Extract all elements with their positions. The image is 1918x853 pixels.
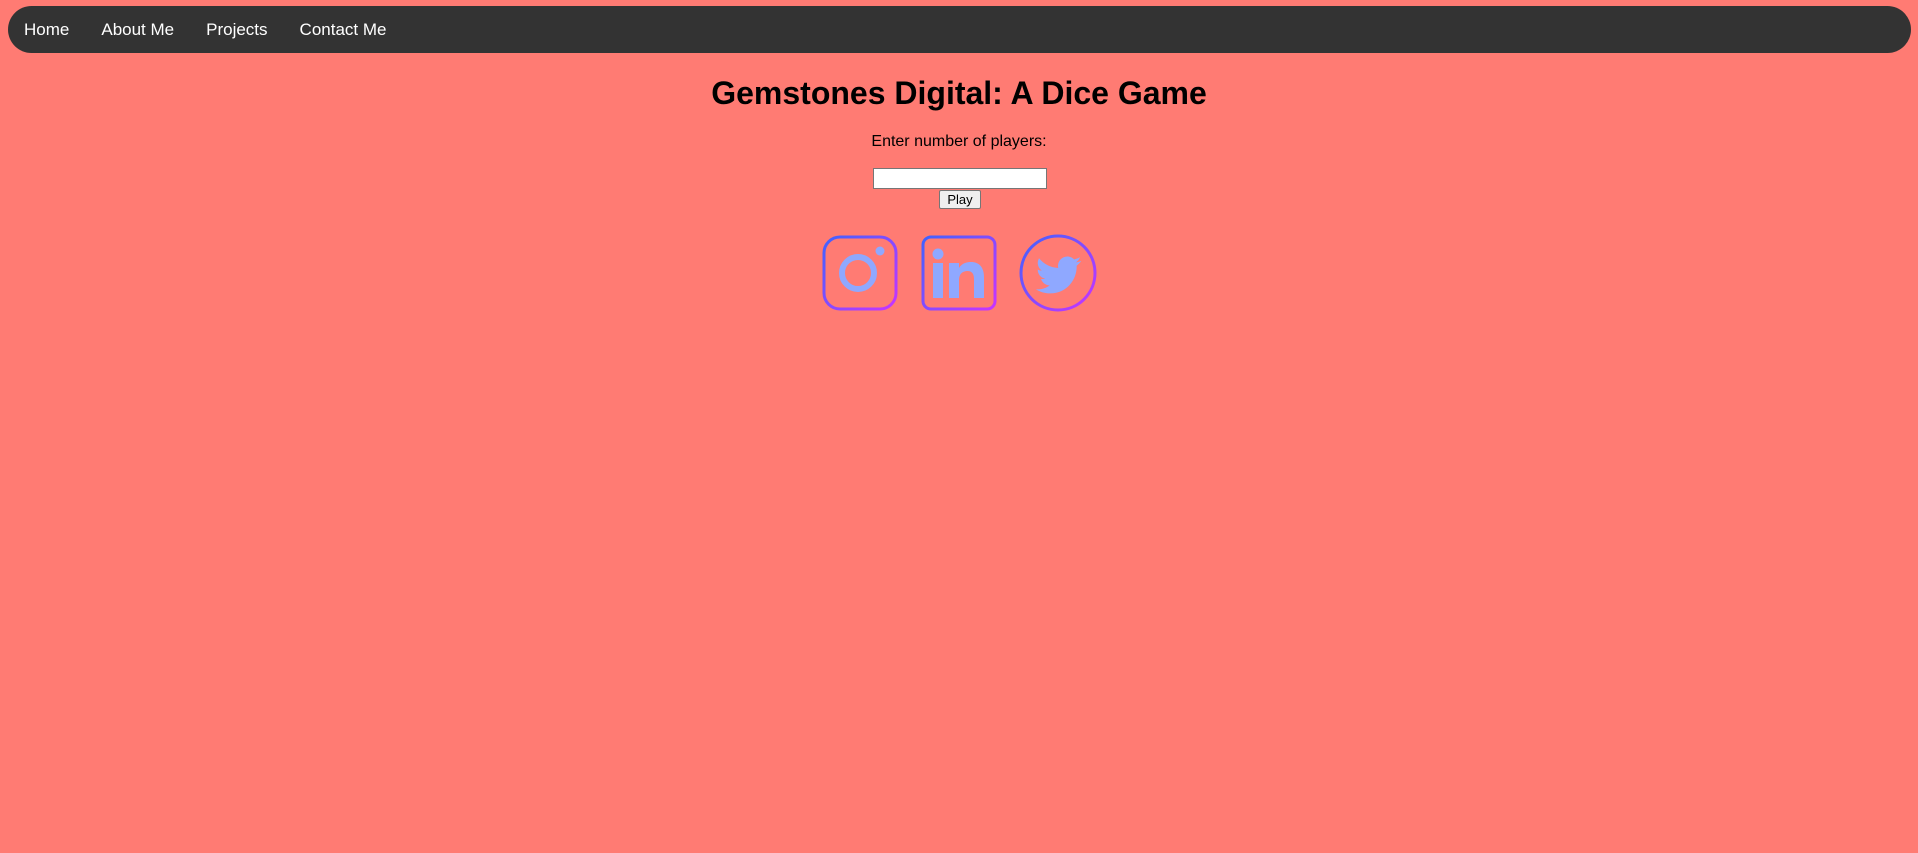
- navbar: Home About Me Projects Contact Me: [8, 6, 1911, 53]
- page-title: Gemstones Digital: A Dice Game: [711, 75, 1207, 111]
- nav-link-about-me[interactable]: About Me: [85, 6, 190, 53]
- instagram-icon: [822, 235, 898, 311]
- players-prompt-label: Enter number of players:: [871, 133, 1047, 150]
- play-button[interactable]: Play: [939, 190, 981, 209]
- twitter-icon: [1019, 234, 1097, 312]
- nav-link-projects[interactable]: Projects: [190, 6, 283, 53]
- instagram-link[interactable]: [821, 234, 899, 312]
- twitter-link[interactable]: [1019, 234, 1097, 312]
- players-count-input[interactable]: [873, 168, 1047, 189]
- linkedin-link[interactable]: [920, 234, 998, 312]
- nav-link-contact-me[interactable]: Contact Me: [284, 6, 403, 53]
- nav-link-home[interactable]: Home: [8, 6, 85, 53]
- linkedin-icon: [921, 235, 997, 311]
